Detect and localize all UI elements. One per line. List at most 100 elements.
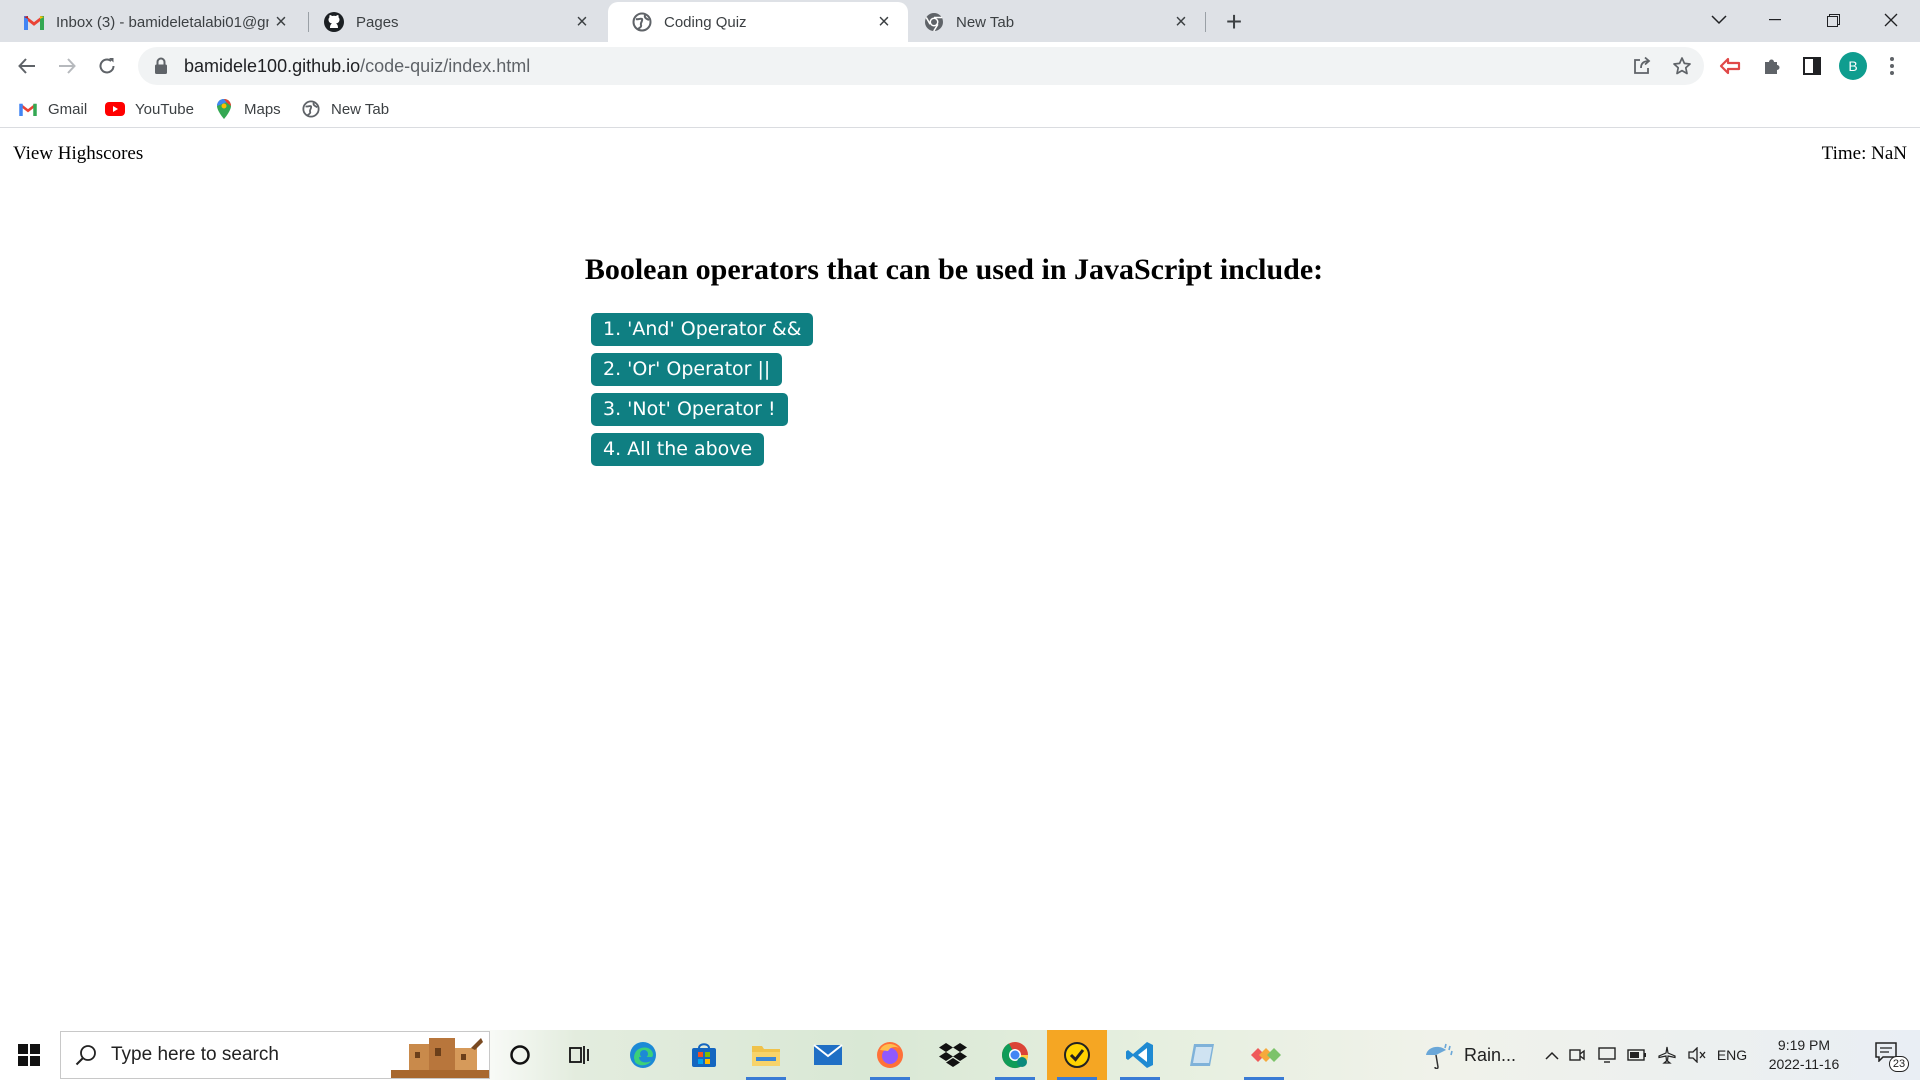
gmail-icon xyxy=(24,12,44,32)
tab-title: New Tab xyxy=(956,13,1015,31)
tab-coding-quiz[interactable]: Coding Quiz × xyxy=(608,2,908,42)
taskbar-edge[interactable] xyxy=(613,1030,673,1080)
task-view-icon xyxy=(569,1046,589,1064)
weather-widget[interactable]: Rain... xyxy=(1424,1030,1516,1080)
speaker-muted-icon[interactable] xyxy=(1682,1047,1712,1063)
taskbar-norton[interactable] xyxy=(1047,1030,1107,1080)
share-icon[interactable] xyxy=(1632,56,1652,76)
chevron-up-icon[interactable] xyxy=(1542,1051,1562,1060)
bookmarks-bar: Gmail YouTube Maps New Tab xyxy=(0,90,1920,128)
cortana-circle-icon xyxy=(510,1045,530,1065)
git-kraken-icon xyxy=(1251,1048,1281,1062)
close-icon[interactable]: × xyxy=(872,10,896,34)
language-indicator[interactable]: ENG xyxy=(1712,1047,1752,1063)
url-text[interactable]: bamidele100.github.io/code-quiz/index.ht… xyxy=(184,56,530,77)
new-tab-button[interactable]: + xyxy=(1218,6,1250,38)
side-panel-icon[interactable] xyxy=(1800,54,1824,78)
taskbar-search-box[interactable]: Type here to search xyxy=(60,1031,490,1079)
firefox-icon xyxy=(877,1042,903,1068)
taskbar-git[interactable] xyxy=(1234,1030,1294,1080)
browser-toolbar: bamidele100.github.io/code-quiz/index.ht… xyxy=(0,42,1920,90)
forward-arrow-icon xyxy=(59,58,76,74)
chevron-down-icon xyxy=(1711,15,1727,25)
windows-logo-icon xyxy=(18,1044,40,1066)
address-bar[interactable]: bamidele100.github.io/code-quiz/index.ht… xyxy=(138,47,1704,85)
restore-icon xyxy=(1826,13,1840,27)
task-view-button[interactable] xyxy=(550,1030,610,1080)
minimize-button[interactable] xyxy=(1746,0,1804,40)
meet-now-icon[interactable] xyxy=(1562,1047,1592,1063)
taskbar-chrome[interactable] xyxy=(985,1030,1045,1080)
tab-new-tab[interactable]: New Tab × xyxy=(900,2,1205,42)
dropbox-icon xyxy=(939,1043,967,1067)
answer-button-3[interactable]: 3. 'Not' Operator ! xyxy=(591,393,788,426)
tab-pages[interactable]: Pages × xyxy=(300,2,606,42)
cortana-button[interactable] xyxy=(490,1030,550,1080)
tab-strip: Inbox (3) - bamideletalabi01@gm × Pages … xyxy=(0,0,1920,42)
gmail-icon xyxy=(18,99,38,119)
reload-button[interactable] xyxy=(91,50,123,82)
folder-icon xyxy=(752,1046,780,1066)
airplane-mode-icon[interactable] xyxy=(1652,1046,1682,1064)
tab-separator xyxy=(1205,12,1206,32)
taskbar-store[interactable] xyxy=(674,1030,734,1080)
restore-button[interactable] xyxy=(1804,0,1862,40)
question-title: Boolean operators that can be used in Ja… xyxy=(584,253,1324,286)
windows-taskbar: Type here to search Rain... ENG 9:19 PM … xyxy=(0,1030,1920,1080)
timer: Time: NaN xyxy=(1821,143,1907,164)
taskbar-file-explorer[interactable] xyxy=(736,1030,796,1080)
bookmark-youtube[interactable]: YouTube xyxy=(105,97,194,121)
tab-title: Coding Quiz xyxy=(664,13,747,31)
reload-icon xyxy=(99,58,115,74)
url-host: bamidele100.github.io xyxy=(184,55,361,76)
lock-icon xyxy=(155,57,167,74)
store-icon xyxy=(692,1043,716,1067)
tab-title: Inbox (3) - bamideletalabi01@gm xyxy=(56,13,269,31)
extensions-puzzle-icon[interactable] xyxy=(1760,54,1784,78)
bookmark-label: Gmail xyxy=(48,100,88,118)
answer-button-4[interactable]: 4. All the above xyxy=(591,433,765,466)
tab-gmail[interactable]: Inbox (3) - bamideletalabi01@gm × xyxy=(0,2,305,42)
clock[interactable]: 9:19 PM 2022-11-16 xyxy=(1764,1036,1844,1074)
bookmark-star-icon[interactable] xyxy=(1672,56,1692,76)
view-highscores-link[interactable]: View Highscores xyxy=(13,143,143,165)
maps-icon xyxy=(214,99,234,119)
action-center-button[interactable]: 23 xyxy=(1864,1030,1914,1080)
youtube-icon xyxy=(105,99,125,119)
globe-icon xyxy=(301,99,321,119)
answer-button-2[interactable]: 2. 'Or' Operator || xyxy=(591,353,783,386)
notepad-icon xyxy=(1190,1044,1214,1066)
taskbar-notepad[interactable] xyxy=(1172,1030,1232,1080)
norton-check-icon xyxy=(1064,1042,1090,1068)
extension-red-icon[interactable] xyxy=(1718,54,1742,78)
tab-search-button[interactable] xyxy=(1690,0,1748,40)
taskbar-vscode[interactable] xyxy=(1110,1030,1170,1080)
battery-icon[interactable] xyxy=(1622,1049,1652,1061)
taskbar-mail[interactable] xyxy=(798,1030,858,1080)
close-icon[interactable]: × xyxy=(269,10,293,34)
back-button[interactable] xyxy=(11,50,43,82)
profile-avatar[interactable]: B xyxy=(1839,52,1867,80)
vscode-icon xyxy=(1126,1042,1153,1068)
start-button[interactable] xyxy=(0,1030,58,1080)
close-icon[interactable]: × xyxy=(570,10,594,34)
bookmark-new-tab[interactable]: New Tab xyxy=(301,97,389,121)
display-icon[interactable] xyxy=(1592,1047,1622,1063)
menu-kebab-icon[interactable] xyxy=(1880,54,1904,78)
forward-button[interactable] xyxy=(51,50,83,82)
close-icon[interactable]: × xyxy=(1169,10,1193,34)
bookmark-label: Maps xyxy=(244,100,281,118)
mail-icon xyxy=(813,1044,843,1065)
search-highlight-illustration xyxy=(391,1038,489,1078)
taskbar-dropbox[interactable] xyxy=(923,1030,983,1080)
bookmark-maps[interactable]: Maps xyxy=(214,97,281,121)
bookmark-label: New Tab xyxy=(331,100,390,118)
answer-button-1[interactable]: 1. 'And' Operator && xyxy=(591,313,814,346)
bookmark-gmail[interactable]: Gmail xyxy=(18,97,87,121)
search-placeholder: Type here to search xyxy=(111,1044,279,1065)
close-window-button[interactable] xyxy=(1862,0,1920,40)
tray-icons: ENG xyxy=(1542,1030,1752,1080)
taskbar-firefox[interactable] xyxy=(860,1030,920,1080)
close-icon xyxy=(1884,13,1898,27)
chrome-icon xyxy=(1001,1042,1029,1069)
